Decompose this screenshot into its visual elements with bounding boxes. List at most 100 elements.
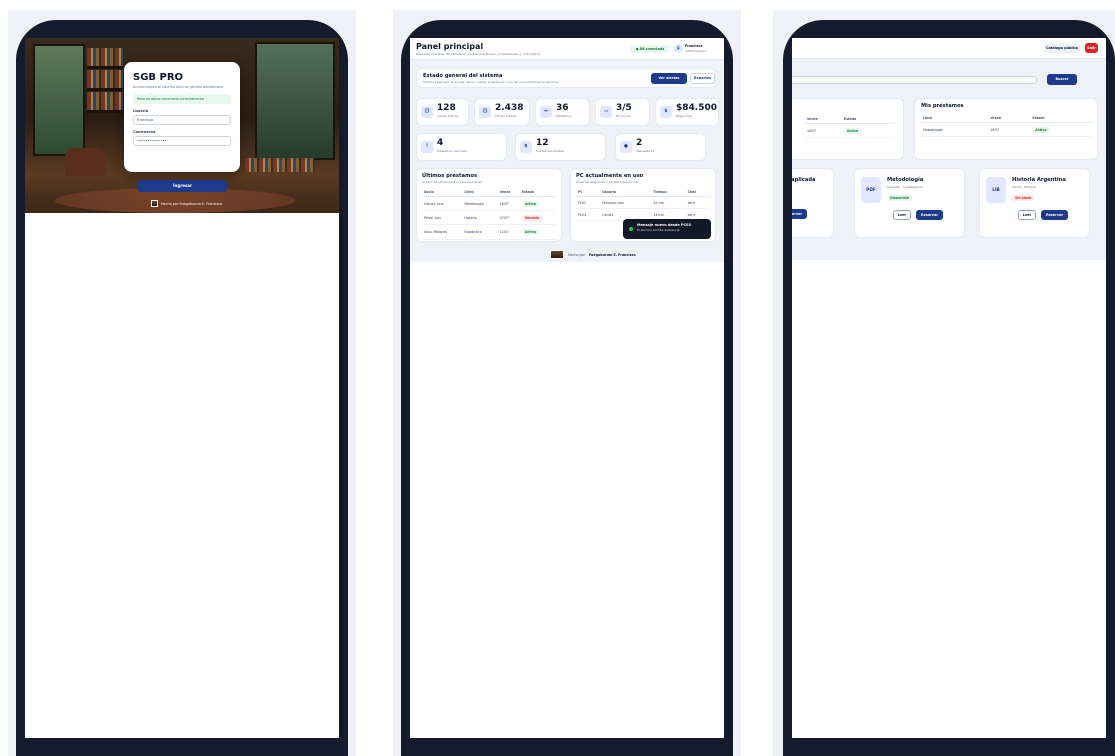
dashboard: Panel principal Resumen operativo de bib…: [410, 38, 724, 262]
password-input[interactable]: ••••••••••••••: [133, 136, 231, 146]
alert-icon: !: [421, 141, 433, 153]
book-card: LIB Historia Argentina Varios · Historia…: [979, 168, 1090, 238]
payments-icon: $: [660, 106, 672, 118]
reserve-button[interactable]: Reservar: [1041, 210, 1068, 220]
read-button[interactable]: Leer: [1018, 210, 1036, 220]
table-row[interactable]: Pérez, Luis Historia 07/07 Vencido: [422, 210, 556, 226]
my-loans-table: Libro Vence Estado Metodología 16/07 Act…: [921, 114, 1091, 138]
reserve-button[interactable]: servar: [792, 209, 807, 219]
cell-libro: Historia: [462, 210, 498, 226]
stat-value: 4: [437, 138, 444, 148]
members-icon: []: [421, 106, 433, 118]
open-chat-link[interactable]: abrir: [685, 196, 710, 210]
cell-estado: Activo: [1030, 122, 1091, 138]
table-row[interactable]: Gómez, Ana Metodología 16/07 Activo: [422, 196, 556, 212]
my-loans-title: Mis préstamos: [921, 103, 964, 109]
column-header: Vence: [988, 114, 1031, 123]
brand-title: SGB PRO: [133, 72, 184, 83]
armchair: [65, 148, 105, 176]
bookshelf-books: [87, 92, 123, 110]
cell-socio: Pérez, Luis: [422, 210, 463, 226]
login-card: SGB PRO Acceso seguro al sistema local d…: [124, 62, 240, 172]
credit-thumbnail: [550, 250, 564, 259]
stat-card: ● 2 Mensajes PC: [615, 133, 706, 161]
recent-loans-title: Últimos préstamos: [422, 173, 478, 179]
cell-tiempo: 42 min: [651, 196, 686, 210]
search-input[interactable]: [792, 76, 1037, 84]
table-header-row: PC Usuario Tiempo Chat: [576, 188, 710, 197]
my-loans-card: Mis préstamos Libro Vence Estado Metodol…: [914, 98, 1098, 160]
column-header: Estado: [1030, 114, 1091, 123]
public-catalog-button[interactable]: Catálogo público: [1044, 43, 1080, 53]
loans-icon: ↔: [540, 106, 552, 118]
page-title: Panel principal: [416, 42, 484, 51]
book-title: Metodología: [887, 177, 924, 183]
alerts-button[interactable]: Ver alertas: [651, 73, 687, 84]
stat-label: Títulos activos: [495, 114, 517, 118]
cell-estado: Activo: [519, 224, 556, 240]
pcs-table: PC Usuario Tiempo Chat PC02 Ferlanda Jua…: [576, 188, 710, 222]
cell-libro: Estadística: [462, 224, 498, 240]
credit-text: Hecho por Fuegoburum E. Francisco: [161, 201, 223, 206]
reports-button[interactable]: Reportes: [690, 73, 715, 84]
password-label: Contraseña: [133, 130, 156, 134]
stat-label: Socios activos: [437, 114, 459, 118]
dashboard-header: Panel principal Resumen operativo de bib…: [410, 38, 724, 60]
availability-badge: Sin stock: [1012, 195, 1035, 201]
stat-card: $ 12 Cuotas pendientes: [515, 133, 606, 161]
pcs-in-use-subtitle: Usuarios asignados y tiempo transcurrido: [576, 180, 639, 184]
search-button[interactable]: Buscar: [1047, 74, 1077, 85]
stat-card: ▭ 3/5 PC en uso: [595, 98, 650, 126]
user-input[interactable]: francisco: [133, 115, 231, 125]
stat-card: ! 4 Préstamos vencidos: [416, 133, 507, 161]
read-button[interactable]: Leer: [893, 210, 911, 220]
login-button[interactable]: Ingresar: [138, 180, 227, 192]
cell-vence: 16/07: [805, 123, 842, 139]
stat-value: 3/5: [616, 103, 632, 113]
brand-subtitle: Acceso seguro al sistema local de gestió…: [133, 85, 224, 89]
stat-value: 128: [437, 103, 456, 113]
db-status-banner: Base de datos conectada correctamente: [133, 94, 231, 104]
table-row[interactable]: PC02 Ferlanda Juan 42 min abrir: [576, 196, 710, 210]
table-row[interactable]: Sosa, Milagros Estadística 12/07 Activo: [422, 224, 556, 240]
phone-login: SGB PRO Acceso seguro al sistema local d…: [16, 20, 348, 756]
cell-vence: 16/07: [988, 122, 1031, 138]
cell-vence: 12/07: [497, 224, 520, 240]
system-status-card: Estado general del sistema Control integ…: [416, 68, 716, 88]
window-left: [33, 44, 85, 156]
stat-label: Préstamos vencidos: [437, 149, 467, 153]
new-message-toast[interactable]: Mensaje nuevo desde PC03 El alumno solic…: [623, 219, 711, 239]
pcs-in-use-title: PC actualmente en uso: [576, 173, 644, 179]
exit-button[interactable]: Salir: [1085, 43, 1098, 53]
stat-label: PC en uso: [616, 114, 631, 118]
user-label: Usuario: [133, 109, 149, 113]
book-meta: Sampieri · Investigación: [887, 185, 924, 189]
dashboard-screen: Panel principal Resumen operativo de bib…: [410, 38, 724, 738]
table-row[interactable]: 16/07 Activo: [805, 123, 895, 139]
cell-libro: Metodología: [921, 122, 989, 138]
column-header: Libro: [921, 114, 989, 123]
dues-icon: $: [520, 141, 532, 153]
table-row[interactable]: Metodología 16/07 Activo: [921, 122, 1091, 138]
stat-value: 2.438: [495, 103, 524, 113]
toast-subtitle: El alumno solicita asistencia.: [637, 228, 681, 232]
status-badge: Activo: [843, 127, 862, 134]
book-card-partial: aplicada servar: [792, 168, 834, 238]
cell-vence: 07/07: [497, 210, 520, 226]
book-title: aplicada: [792, 177, 816, 183]
shelf: [87, 66, 123, 69]
stat-value: $84.500: [676, 103, 717, 113]
column-header: Vence: [805, 115, 842, 124]
avatar[interactable]: F: [674, 44, 683, 53]
stat-label: Pagos mes: [676, 114, 693, 118]
stat-value: 2: [636, 138, 643, 148]
cell-vence: 16/07: [497, 196, 520, 212]
phone-dashboard: Panel principal Resumen operativo de bib…: [401, 20, 733, 756]
column-header: Estado: [841, 115, 895, 124]
db-status-badge: ● DB conectada: [630, 45, 670, 53]
table-header-row: Libro Vence Estado: [921, 114, 1091, 123]
computer-icon: ▭: [600, 106, 612, 118]
stat-value: 12: [536, 138, 549, 148]
reserve-button[interactable]: Reservar: [916, 210, 943, 220]
showcase: SGB PRO Acceso seguro al sistema local d…: [0, 0, 1115, 756]
